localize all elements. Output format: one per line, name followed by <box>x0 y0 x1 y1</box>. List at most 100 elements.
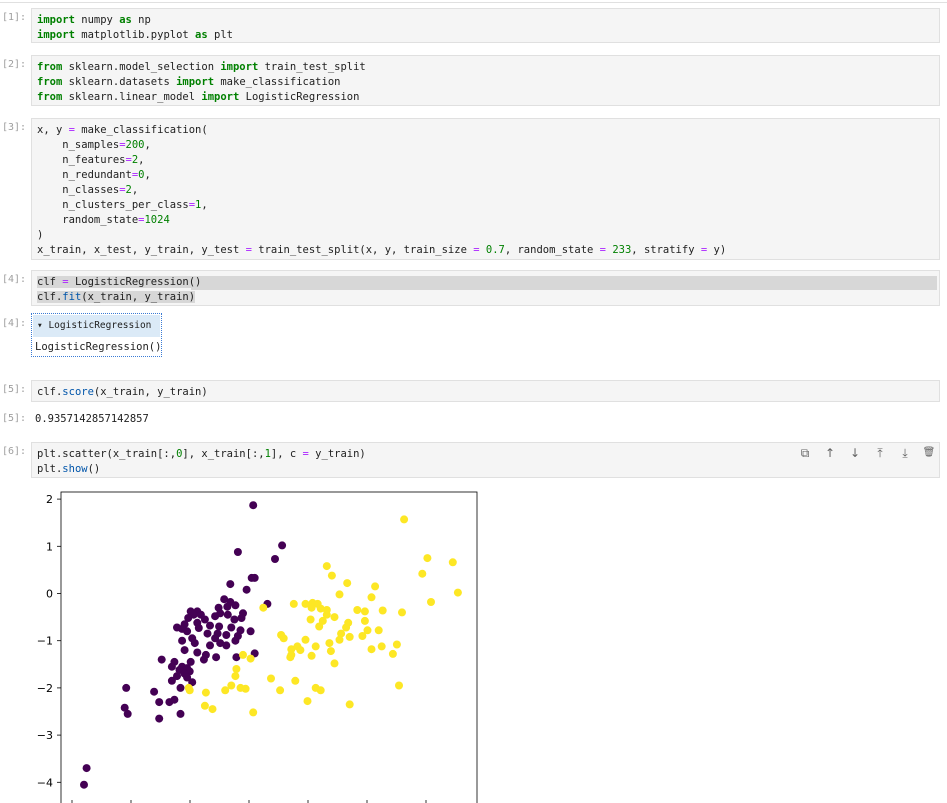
point-class-0 <box>223 610 232 619</box>
point-class-1 <box>318 616 327 625</box>
insert-below-icon[interactable]: ⤓ <box>898 446 912 460</box>
y-tick-label: −3 <box>37 729 53 742</box>
point-class-0 <box>242 585 251 594</box>
point-class-1 <box>327 571 336 580</box>
point-class-1 <box>221 686 230 695</box>
point-class-1 <box>353 606 362 614</box>
point-class-0 <box>214 603 223 612</box>
point-class-0 <box>226 598 235 606</box>
point-class-1 <box>311 683 320 692</box>
point-class-0 <box>232 653 241 662</box>
point-class-0 <box>190 639 199 648</box>
point-class-1 <box>227 681 236 690</box>
point-class-1 <box>279 634 288 643</box>
delete-icon[interactable]: 🗑 <box>922 446 936 460</box>
point-class-1 <box>311 642 320 651</box>
point-class-1 <box>277 631 286 639</box>
point-class-0 <box>222 641 231 650</box>
cell-prompt: [1]: <box>2 12 27 23</box>
point-class-1 <box>342 623 351 632</box>
point-class-0 <box>170 657 179 666</box>
point-class-1 <box>289 599 298 608</box>
point-class-1 <box>367 593 376 602</box>
point-class-1 <box>358 632 367 640</box>
code-text[interactable]: from sklearn.model_selection import trai… <box>37 60 366 105</box>
point-class-1 <box>322 606 331 614</box>
point-class-1 <box>418 569 427 578</box>
point-class-0 <box>122 683 131 692</box>
point-class-0 <box>246 627 255 636</box>
code-text[interactable]: clf.score(x_train, y_train) <box>37 385 208 400</box>
point-class-0 <box>223 602 232 611</box>
point-class-1 <box>293 642 302 651</box>
point-class-0 <box>231 601 240 610</box>
copy-icon[interactable]: ⧉ <box>798 446 812 460</box>
point-class-0 <box>250 649 259 658</box>
point-class-1 <box>286 653 295 662</box>
insert-above-icon[interactable]: ⤒ <box>873 446 887 460</box>
point-class-0 <box>186 657 195 666</box>
code-text[interactable]: import numpy as np import matplotlib.pyp… <box>37 13 233 43</box>
point-class-0 <box>203 629 212 638</box>
point-class-0 <box>188 678 197 687</box>
point-class-1 <box>259 603 268 612</box>
code-text[interactable]: x, y = make_classification( n_samples=20… <box>37 123 726 258</box>
point-class-0 <box>237 614 246 622</box>
point-class-0 <box>82 764 91 773</box>
y-tick-label: 0 <box>46 588 53 601</box>
point-class-0 <box>231 636 240 645</box>
point-class-0 <box>213 629 222 638</box>
point-class-1 <box>236 683 245 692</box>
point-class-1 <box>200 701 209 710</box>
code-editor[interactable]: clf = LogisticRegression() clf.fit(x_tra… <box>31 270 940 306</box>
cell-prompt: [2]: <box>2 59 27 70</box>
point-class-1 <box>287 650 296 659</box>
move-down-icon[interactable]: ↓ <box>848 446 862 460</box>
point-class-1 <box>360 616 369 625</box>
move-up-icon[interactable]: ↑ <box>823 446 837 460</box>
point-class-1 <box>239 650 247 659</box>
output-prompt: [4]: <box>2 318 27 329</box>
point-class-0 <box>206 621 214 630</box>
code-editor[interactable]: x, y = make_classification( n_samples=20… <box>31 118 940 260</box>
point-class-1 <box>326 647 335 656</box>
point-class-1 <box>231 672 240 681</box>
point-class-1 <box>308 598 317 607</box>
point-class-1 <box>315 622 324 631</box>
estimator-body: LogisticRegression() <box>35 341 162 353</box>
point-class-0 <box>178 624 187 633</box>
point-class-1 <box>201 688 210 697</box>
point-class-1 <box>335 590 344 599</box>
y-tick-label: 2 <box>46 493 53 506</box>
point-class-1 <box>345 700 354 709</box>
point-class-1 <box>267 674 275 683</box>
point-class-0 <box>173 623 181 632</box>
point-class-0 <box>123 709 132 718</box>
point-class-1 <box>287 645 296 654</box>
point-class-1 <box>307 603 316 612</box>
point-class-0 <box>183 627 192 636</box>
point-class-0 <box>236 626 245 635</box>
point-class-1 <box>241 684 250 693</box>
point-class-1 <box>423 554 432 563</box>
point-class-0 <box>227 623 236 632</box>
point-class-1 <box>313 599 322 608</box>
estimator-header[interactable]: ▾ LogisticRegression <box>33 315 160 337</box>
code-editor[interactable]: import numpy as np import matplotlib.pyp… <box>31 8 940 43</box>
point-class-0 <box>178 662 187 671</box>
estimator-widget[interactable]: ▾ LogisticRegression LogisticRegression(… <box>31 313 162 357</box>
point-class-1 <box>301 635 310 644</box>
point-class-1 <box>316 604 325 613</box>
code-editor[interactable]: from sklearn.model_selection import trai… <box>31 55 940 106</box>
point-class-0 <box>247 573 256 582</box>
code-editor[interactable]: clf.score(x_train, y_train) <box>31 380 940 402</box>
point-class-1 <box>343 579 352 588</box>
point-class-0 <box>184 614 193 622</box>
point-class-1 <box>306 615 315 624</box>
cell-prompt: [3]: <box>2 122 27 133</box>
point-class-0 <box>173 672 181 681</box>
code-text[interactable]: plt.scatter(x_train[:,0], x_train[:,1], … <box>37 447 366 477</box>
point-class-1 <box>325 639 334 648</box>
point-class-1 <box>184 683 193 692</box>
code-text[interactable]: clf = LogisticRegression() clf.fit(x_tra… <box>37 275 202 305</box>
